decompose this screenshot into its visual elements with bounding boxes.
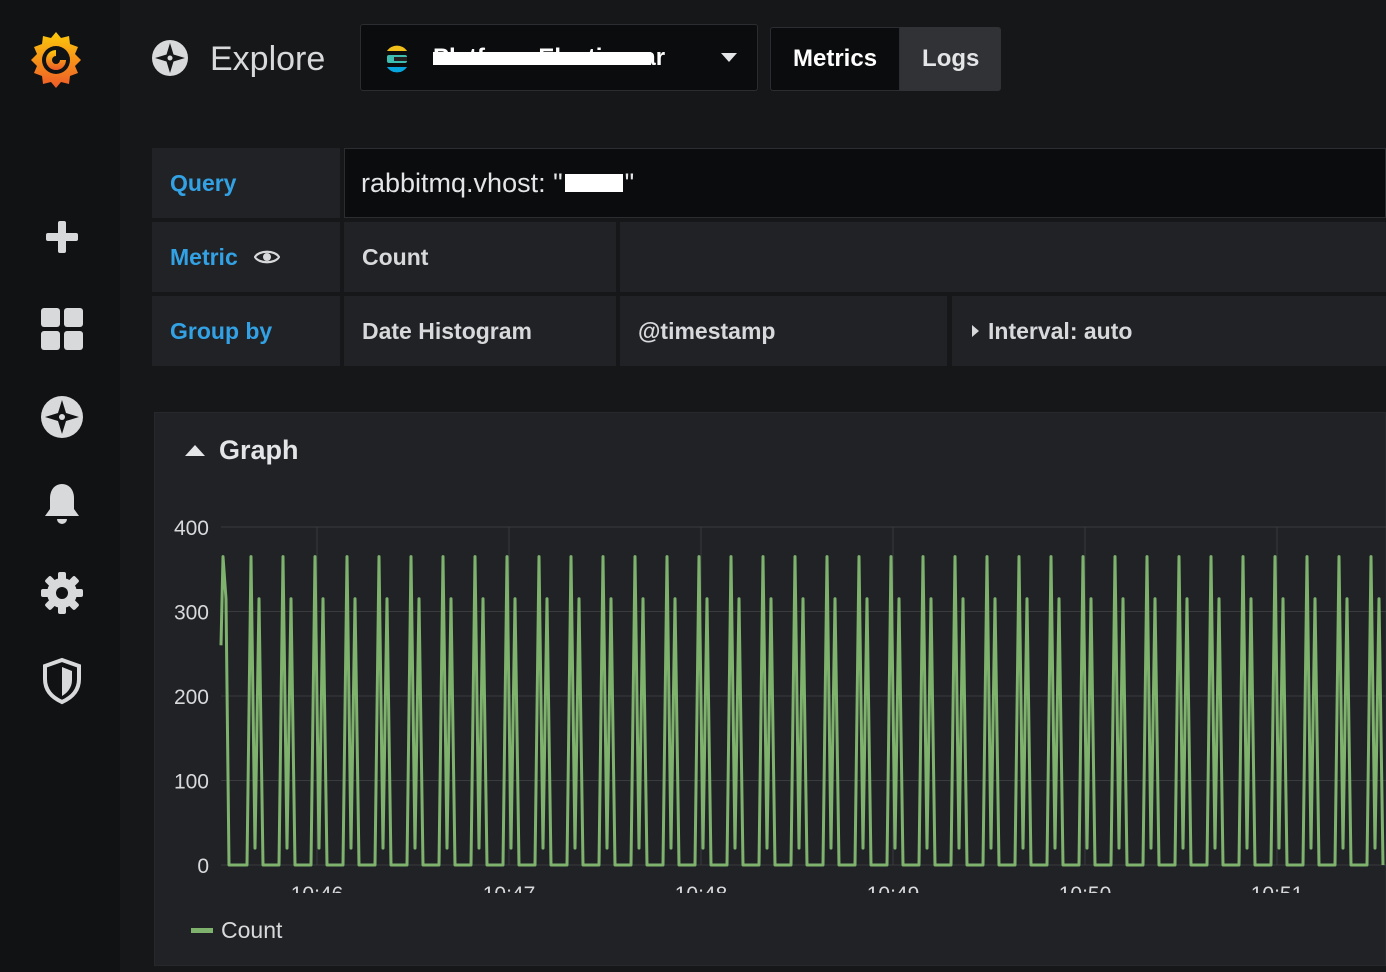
y-tick-label: 400 xyxy=(174,517,209,540)
grafana-logo[interactable] xyxy=(26,28,86,90)
compass-icon xyxy=(152,40,188,76)
metric-options-area xyxy=(620,222,1386,292)
graph-chart: 400 300 200 100 0 10:46 10:47 10:48 10:49 10:50 10… xyxy=(174,517,1386,893)
mode-switcher: Metrics Logs xyxy=(770,27,1002,91)
collapse-triangle-icon xyxy=(185,445,205,456)
metric-label-cell: Metric xyxy=(152,222,340,292)
redaction-bar xyxy=(433,52,651,65)
tab-logs[interactable]: Logs xyxy=(900,27,1002,91)
dashboards-button[interactable] xyxy=(36,303,88,355)
graph-collapse-toggle[interactable]: Graph xyxy=(185,435,299,466)
tab-metrics[interactable]: Metrics xyxy=(770,27,901,91)
y-tick-label: 100 xyxy=(174,771,209,794)
x-tick-label: 10:46 xyxy=(291,883,344,893)
eye-icon[interactable] xyxy=(253,248,280,266)
redaction-bar xyxy=(564,174,623,192)
server-admin-button[interactable] xyxy=(36,655,88,707)
gear-icon xyxy=(41,572,83,614)
dashboards-grid-icon xyxy=(41,308,83,350)
compass-icon xyxy=(41,396,83,438)
group-by-field-select[interactable]: @timestamp xyxy=(620,296,947,366)
datasource-picker[interactable]: Platform-Elasticsear xyxy=(360,24,758,91)
explore-button[interactable] xyxy=(36,391,88,443)
elasticsearch-logo-icon xyxy=(387,45,407,73)
y-tick-label: 200 xyxy=(174,686,209,709)
legend-label: Count xyxy=(221,917,283,943)
interval-toggle[interactable]: Interval: auto xyxy=(952,296,1386,366)
graph-title: Graph xyxy=(219,435,299,465)
query-text-prefix: rabbitmq.vhost: " xyxy=(361,167,563,198)
query-label: Query xyxy=(152,148,340,218)
group-by-label: Group by xyxy=(152,296,340,366)
legend-item[interactable]: Count xyxy=(191,917,282,944)
graph-panel: 400 300 200 100 0 10:46 10:47 10:48 10:49 10:50 10… xyxy=(154,412,1386,966)
x-tick-label: 10:48 xyxy=(675,883,728,893)
legend-swatch xyxy=(191,928,213,933)
x-tick-label: 10:49 xyxy=(867,883,920,893)
alerting-button[interactable] xyxy=(36,478,88,530)
x-tick-label: 10:47 xyxy=(483,883,536,893)
series-line-count xyxy=(219,555,1385,867)
shield-icon xyxy=(43,657,81,705)
metric-label: Metric xyxy=(170,243,238,270)
x-tick-label: 10:50 xyxy=(1059,883,1112,893)
bell-icon xyxy=(45,484,79,524)
interval-label: Interval: auto xyxy=(988,317,1133,344)
sidebar xyxy=(0,0,120,972)
y-tick-label: 0 xyxy=(197,855,209,878)
caret-right-icon xyxy=(972,325,979,337)
create-button[interactable] xyxy=(36,211,88,263)
plus-icon xyxy=(46,221,78,253)
query-input[interactable]: rabbitmq.vhost: " " xyxy=(344,148,1386,218)
metric-type-select[interactable]: Count xyxy=(344,222,616,292)
query-text-suffix: " xyxy=(624,167,635,198)
configuration-button[interactable] xyxy=(36,567,88,619)
group-by-type-select[interactable]: Date Histogram xyxy=(344,296,616,366)
chevron-down-icon xyxy=(721,53,737,62)
x-tick-label: 10:51 xyxy=(1251,883,1304,893)
page-title: Explore xyxy=(210,40,326,78)
y-tick-label: 300 xyxy=(174,602,209,625)
